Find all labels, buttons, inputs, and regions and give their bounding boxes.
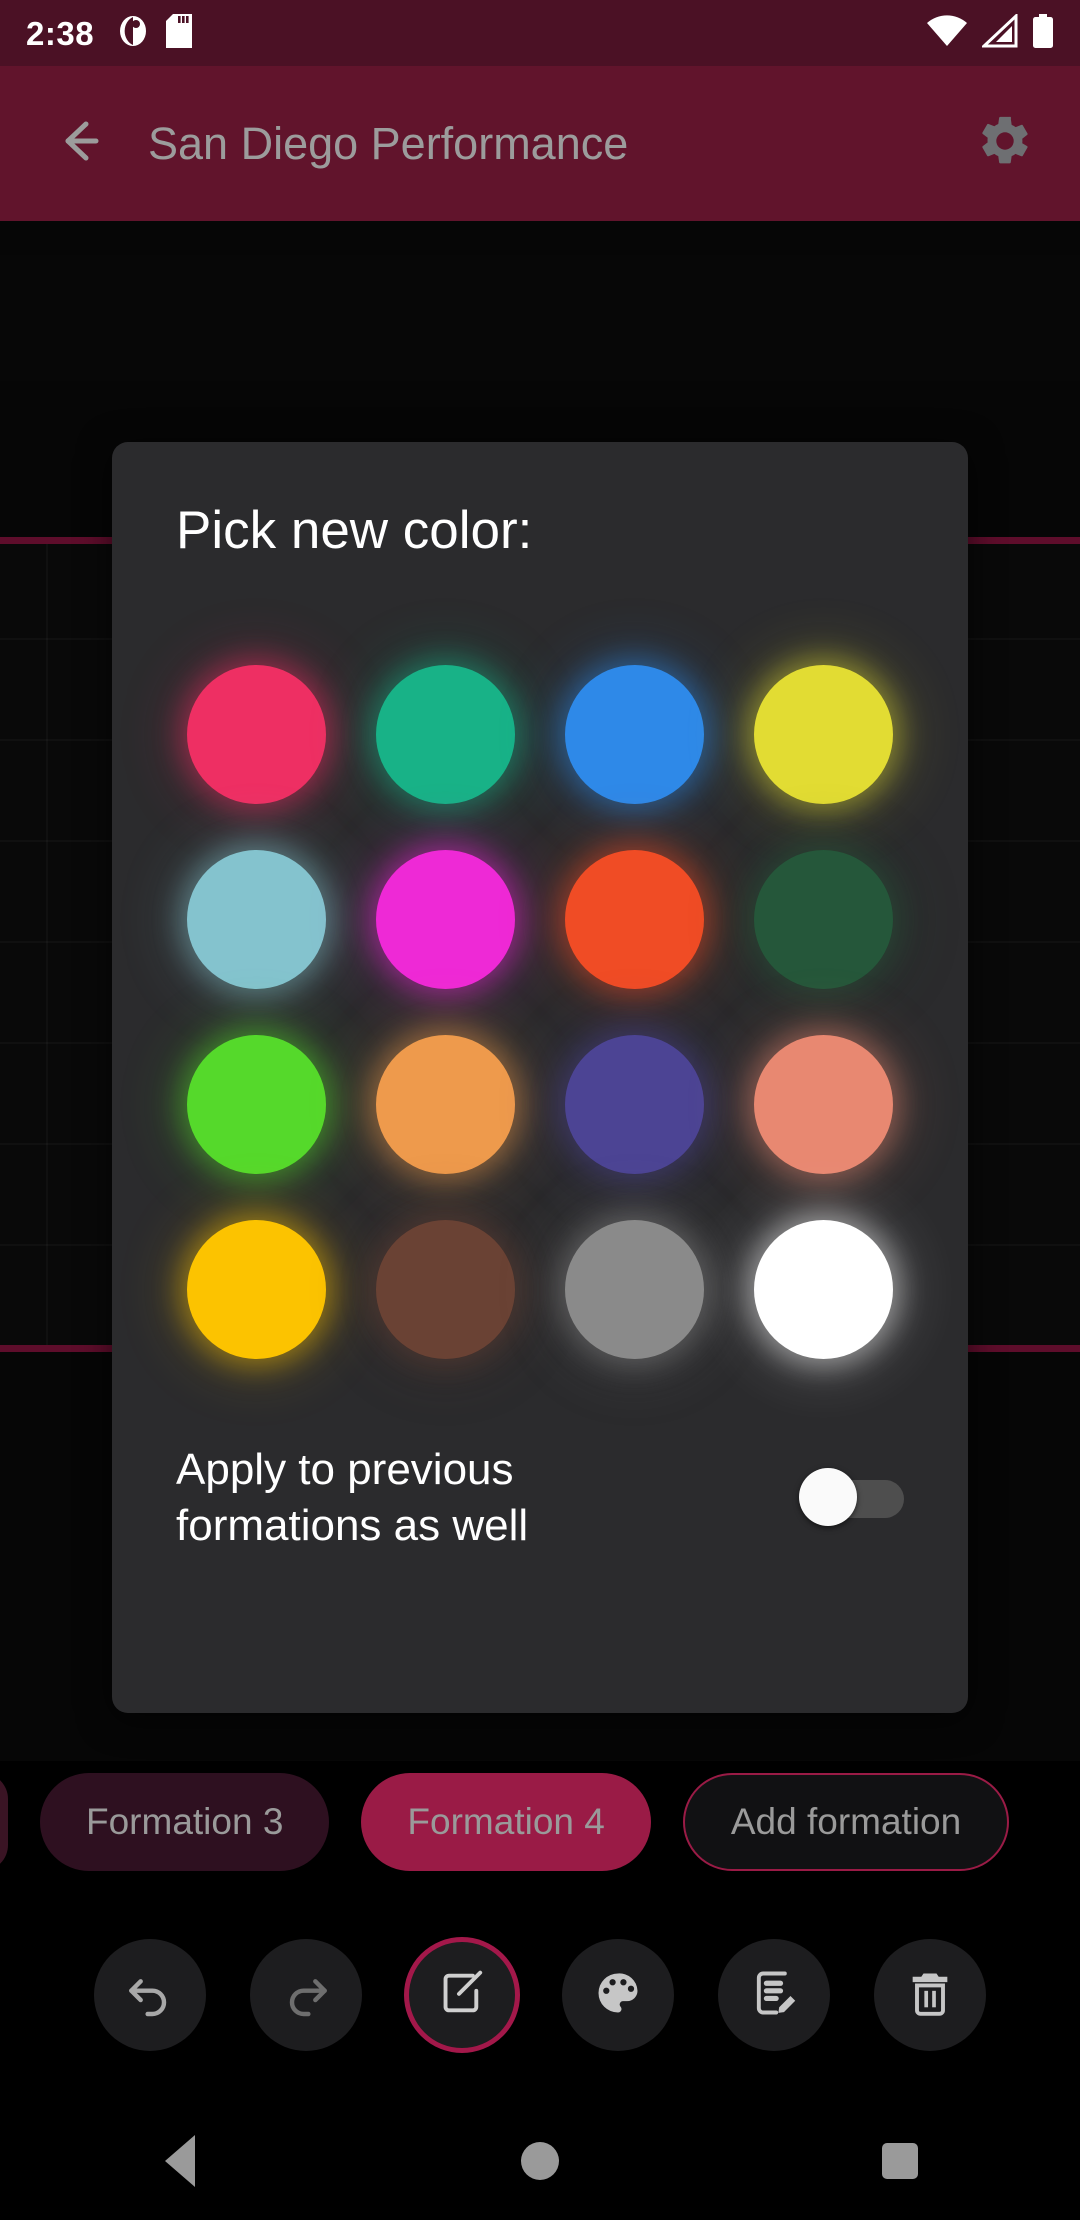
apply-to-previous-row: Apply to previous formations as well xyxy=(176,1442,912,1555)
color-swatch-white[interactable] xyxy=(754,1220,893,1359)
cellular-signal-icon xyxy=(980,12,1018,53)
color-swatch-gold[interactable] xyxy=(187,1220,326,1359)
page-title: San Diego Performance xyxy=(148,117,629,169)
gear-icon xyxy=(976,112,1034,175)
undo-icon xyxy=(122,1965,178,2026)
wifi-icon xyxy=(926,14,968,53)
draw-button[interactable] xyxy=(404,1937,520,2053)
nav-home-button[interactable] xyxy=(360,2142,720,2180)
delete-button[interactable] xyxy=(874,1939,986,2051)
recents-square-icon xyxy=(882,2143,918,2179)
color-swatch-magenta[interactable] xyxy=(376,850,515,989)
status-bar: 2:38 xyxy=(0,0,1080,66)
color-swatch-brown[interactable] xyxy=(376,1220,515,1359)
formation-chip-formation-4[interactable]: Formation 4 xyxy=(361,1773,651,1871)
android-nav-bar xyxy=(0,2102,1080,2220)
back-triangle-icon xyxy=(165,2135,195,2187)
app-bar: San Diego Performance xyxy=(0,66,1080,221)
palette-button[interactable] xyxy=(562,1939,674,2051)
dialog-title: Pick new color: xyxy=(176,501,533,560)
status-bar-clock: 2:38 xyxy=(26,14,95,52)
status-bar-system-icons xyxy=(926,12,1054,53)
color-swatch-gray[interactable] xyxy=(565,1220,704,1359)
redo-icon xyxy=(278,1965,334,2026)
color-swatch-light-blue[interactable] xyxy=(187,850,326,989)
status-bar-notification-icons xyxy=(118,13,193,53)
notes-edit-icon xyxy=(748,1967,800,2024)
back-button[interactable] xyxy=(22,89,132,199)
settings-button[interactable] xyxy=(960,99,1050,189)
color-swatch-salmon[interactable] xyxy=(754,1035,893,1174)
color-swatch-grid xyxy=(162,642,918,1382)
formation-chip-partial[interactable] xyxy=(0,1773,8,1871)
apply-to-previous-label: Apply to previous formations as well xyxy=(176,1445,529,1551)
apply-to-previous-toggle[interactable] xyxy=(799,1468,904,1528)
arrow-left-icon xyxy=(46,110,108,177)
formation-chip-label: Add formation xyxy=(730,1801,962,1842)
bottom-toolbar xyxy=(0,1900,1080,2090)
color-swatch-pink[interactable] xyxy=(187,665,326,804)
gridline xyxy=(46,537,48,1345)
color-swatch-bright-green[interactable] xyxy=(187,1035,326,1174)
color-swatch-dark-green[interactable] xyxy=(754,850,893,989)
notes-button[interactable] xyxy=(718,1939,830,2051)
nav-recents-button[interactable] xyxy=(720,2143,1080,2179)
toggle-thumb xyxy=(799,1468,857,1527)
color-swatch-yellow[interactable] xyxy=(754,665,893,804)
palette-icon xyxy=(592,1967,644,2024)
app-notification-icon xyxy=(118,14,148,53)
color-picker-dialog: Pick new color: Apply to previous format… xyxy=(112,442,968,1713)
nav-back-button[interactable] xyxy=(0,2135,360,2187)
color-swatch-teal-green[interactable] xyxy=(376,665,515,804)
color-swatch-blue[interactable] xyxy=(565,665,704,804)
draw-edit-icon xyxy=(436,1967,488,2024)
redo-button[interactable] xyxy=(250,1939,362,2051)
undo-button[interactable] xyxy=(94,1939,206,2051)
trash-icon xyxy=(904,1967,956,2024)
formation-chip-row: Formation 3 Formation 4 Add formation xyxy=(0,1768,1080,1876)
color-swatch-orange[interactable] xyxy=(376,1035,515,1174)
home-circle-icon xyxy=(521,2142,559,2180)
formation-chip-label: Formation 4 xyxy=(407,1801,605,1842)
formation-chip-label: Formation 3 xyxy=(86,1801,284,1842)
formation-chip-add-formation[interactable]: Add formation xyxy=(682,1773,1010,1871)
sd-card-icon xyxy=(166,13,193,53)
formation-chip-formation-3[interactable]: Formation 3 xyxy=(40,1773,330,1871)
color-swatch-orange-red[interactable] xyxy=(565,850,704,989)
battery-icon xyxy=(1032,13,1054,53)
color-swatch-indigo[interactable] xyxy=(565,1035,704,1174)
